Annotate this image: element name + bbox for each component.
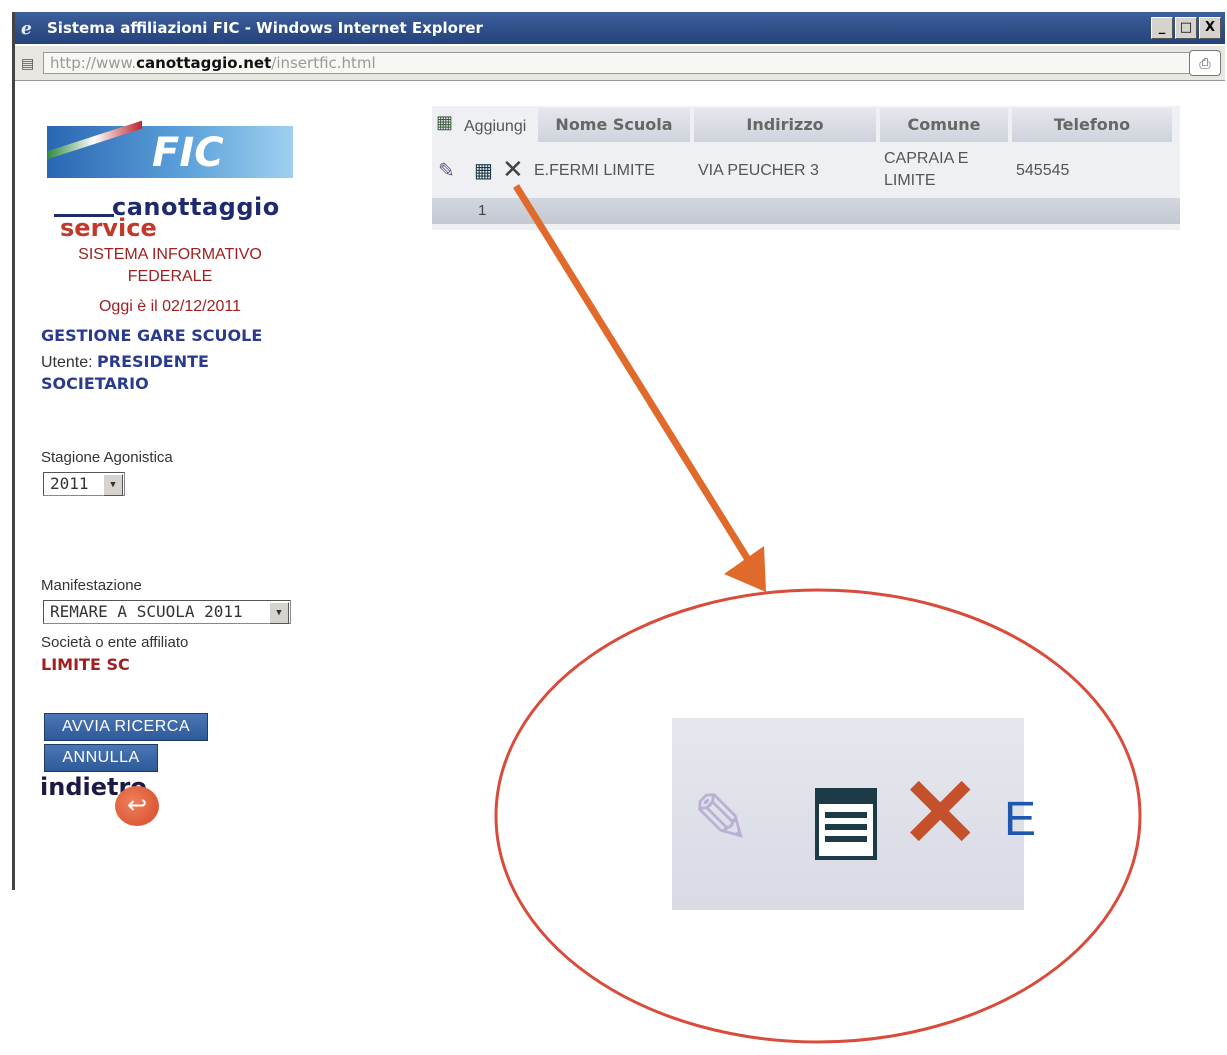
calculator-icon xyxy=(815,788,877,860)
annotation-overlay xyxy=(494,184,1142,1044)
delete-icon: ✕ xyxy=(900,760,981,867)
annotation-arrow-shaft xyxy=(513,184,755,568)
edit-pencil-icon: ✎ xyxy=(692,780,751,858)
zoomed-icons-panel: ✎ ✕ E xyxy=(672,718,1036,910)
zoomed-partial-text: E xyxy=(1004,793,1037,846)
